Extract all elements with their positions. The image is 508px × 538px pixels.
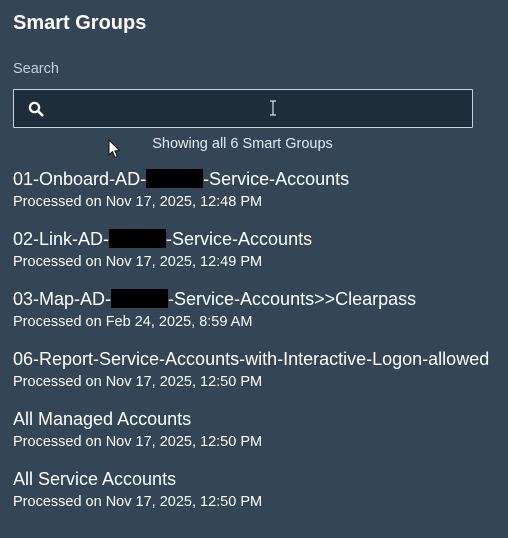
text-cursor-icon [270,100,276,116]
list-item[interactable]: 03-Map-AD- -Service-Accounts>>Clearpass P… [13,287,493,347]
list-item[interactable]: 06-Report-Service-Accounts-with-Interact… [13,347,493,407]
processed-date: Processed on Nov 17, 2025, 12:50 PM [13,374,263,390]
group-name[interactable]: 03-Map-AD- -Service-Accounts>>Clearpass [13,287,491,310]
group-name[interactable]: 06-Report-Service-Accounts-with-Interact… [13,347,491,370]
search-label: Search [13,61,59,77]
smart-groups-panel: Smart Groups Search Showing all 6 Smart … [0,0,508,538]
results-count: Showing all 6 Smart Groups [152,136,333,152]
processed-date: Processed on Nov 17, 2025, 12:49 PM [13,254,263,270]
processed-date: Processed on Nov 17, 2025, 12:50 PM [13,494,263,510]
group-name-suffix: -Service-Accounts>>Clearpass [168,289,417,309]
group-name[interactable]: 02-Link-AD- -Service-Accounts [13,227,491,250]
list-item[interactable]: 01-Onboard-AD- -Service-Accounts Processe… [13,167,493,227]
smart-group-list: 01-Onboard-AD- -Service-Accounts Processe… [13,167,493,527]
group-name-prefix: 03-Map-AD- [13,289,112,309]
group-name[interactable]: 01-Onboard-AD- -Service-Accounts [13,167,491,190]
processed-date: Processed on Nov 17, 2025, 12:50 PM [13,434,263,450]
redaction-block [111,289,169,308]
group-name-suffix: -Service-Accounts [203,169,350,189]
processed-date: Processed on Nov 17, 2025, 12:48 PM [13,194,263,210]
list-item[interactable]: All Service Accounts Processed on Nov 17… [13,467,493,527]
list-item[interactable]: All Managed Accounts Processed on Nov 17… [13,407,493,467]
group-name-prefix: 02-Link-AD- [13,229,110,249]
processed-date: Processed on Feb 24, 2025, 8:59 AM [13,314,253,330]
search-icon [28,101,44,117]
redaction-block [146,169,204,188]
redaction-block [109,229,167,248]
group-name-prefix: 01-Onboard-AD- [13,169,147,189]
group-name[interactable]: All Managed Accounts [13,407,491,430]
list-item[interactable]: 02-Link-AD- -Service-Accounts Processed o… [13,227,493,287]
search-input[interactable] [54,90,464,127]
panel-title: Smart Groups [13,12,147,34]
mouse-pointer-icon [108,139,120,158]
search-box[interactable] [13,89,473,128]
group-name-suffix: -Service-Accounts [166,229,313,249]
group-name[interactable]: All Service Accounts [13,467,491,490]
